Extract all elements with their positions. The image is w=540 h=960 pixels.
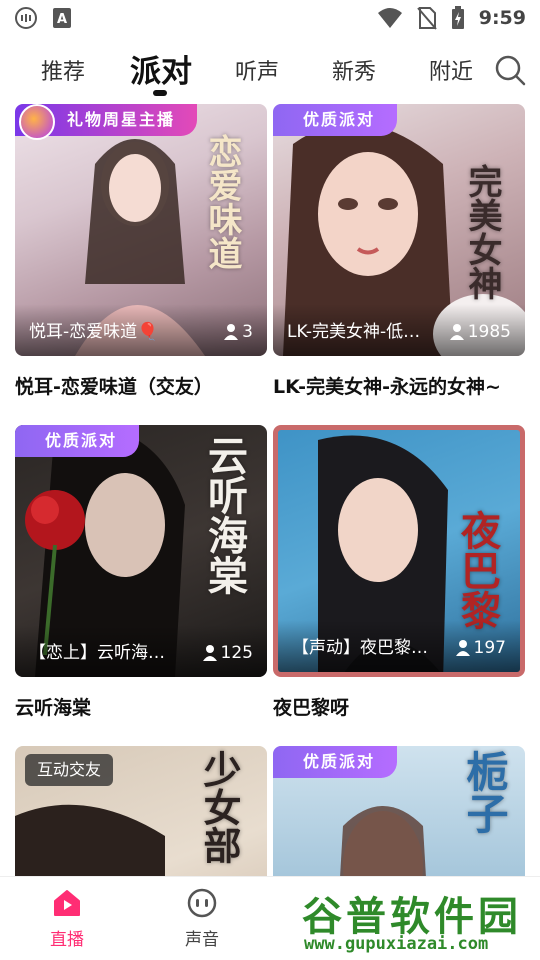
person-icon: [202, 645, 217, 661]
search-icon[interactable]: [494, 54, 526, 86]
top-tab-bar: 推荐 派对 听声 新秀 附近: [0, 44, 540, 100]
anchor-avatar: [19, 104, 55, 140]
voice-icon: [187, 888, 217, 918]
cover-art-text: 栀子: [460, 750, 509, 834]
listener-count: 125: [202, 643, 253, 663]
tab-party[interactable]: 派对: [130, 46, 192, 91]
room-cover-title: LK-完美女神-低…: [287, 322, 421, 342]
status-time: 9:59: [478, 7, 526, 29]
room-card[interactable]: 夜巴黎 【声动】夜巴黎… 197 夜巴黎呀: [273, 425, 525, 720]
listener-count: 197: [455, 638, 506, 658]
bottom-nav-voice-label: 声音: [185, 930, 219, 950]
room-cover-title: 【恋上】云听海…: [29, 643, 165, 663]
room-card[interactable]: 恋爱味道 礼物周星主播 悦耳-恋爱味道🎈 3 悦耳-恋爱味道（交友）: [15, 104, 267, 399]
tab-nearby[interactable]: 附近: [429, 54, 473, 86]
site-watermark: 谷普软件园 www.gupuxiazai.com: [296, 882, 536, 956]
room-cover[interactable]: 夜巴黎 【声动】夜巴黎… 197: [273, 425, 525, 677]
cover-art-text: 恋爱味道: [202, 134, 242, 270]
cover-art-text: 夜巴黎: [454, 510, 501, 630]
room-name[interactable]: 云听海棠: [15, 693, 267, 720]
room-cover[interactable]: 完美女神 优质派对 LK-完美女神-低… 1985: [273, 104, 525, 356]
room-cover-title: 悦耳-恋爱味道🎈: [29, 322, 159, 342]
watermark-url: www.gupuxiazai.com: [304, 934, 489, 954]
active-tab-indicator: [153, 90, 167, 96]
quality-party-badge: 优质派对: [15, 425, 140, 457]
status-bar: A 9:59: [0, 0, 540, 36]
person-icon: [449, 324, 464, 340]
room-card[interactable]: 完美女神 优质派对 LK-完美女神-低… 1985 LK-完美女神-永远的女神~: [273, 104, 525, 399]
room-cover[interactable]: 栀子 优质派对: [273, 746, 525, 876]
room-feed: 恋爱味道 礼物周星主播 悦耳-恋爱味道🎈 3 悦耳-恋爱味道（交友） 完美女神 …: [0, 104, 540, 876]
svg-text:A: A: [57, 12, 67, 27]
room-cover[interactable]: 云听海棠 优质派对 【恋上】云听海… 125: [15, 425, 267, 677]
gift-star-badge: 礼物周星主播: [15, 104, 198, 140]
wifi-icon: [377, 8, 402, 28]
listener-count: 3: [224, 322, 253, 342]
battery-charging-icon: [451, 6, 464, 29]
bottom-nav-voice[interactable]: 声音: [162, 887, 242, 950]
quality-party-badge: 优质派对: [273, 104, 398, 136]
room-name[interactable]: 夜巴黎呀: [273, 693, 525, 720]
person-icon: [224, 324, 239, 340]
tab-recommend[interactable]: 推荐: [41, 54, 85, 86]
person-icon: [455, 640, 470, 656]
a-badge-icon: A: [53, 8, 71, 28]
live-home-icon: [54, 890, 80, 916]
room-cover-title: 【声动】夜巴黎…: [292, 638, 428, 658]
room-card[interactable]: 栀子 优质派对: [273, 746, 525, 876]
cover-art-text: 云听海棠: [201, 435, 248, 595]
listener-count: 1985: [449, 322, 511, 342]
room-card[interactable]: 少女部 互动交友: [15, 746, 267, 876]
bottom-nav-live[interactable]: 直播: [27, 887, 107, 950]
cover-art-text: 完美女神: [462, 164, 502, 300]
room-cover[interactable]: 少女部 互动交友: [15, 746, 267, 876]
room-name[interactable]: 悦耳-恋爱味道（交友）: [15, 372, 267, 399]
bottom-nav-live-label: 直播: [50, 930, 84, 950]
quality-party-badge: 优质派对: [273, 746, 398, 778]
cover-art-text: 少女部: [197, 750, 242, 864]
room-name[interactable]: LK-完美女神-永远的女神~: [273, 372, 525, 399]
interact-badge: 互动交友: [25, 754, 114, 786]
tab-listen[interactable]: 听声: [235, 54, 279, 86]
chat-bubble-icon: [15, 7, 37, 29]
tab-newcomers[interactable]: 新秀: [332, 54, 376, 86]
no-sim-icon: [416, 7, 437, 30]
room-cover[interactable]: 恋爱味道 礼物周星主播 悦耳-恋爱味道🎈 3: [15, 104, 267, 356]
room-card[interactable]: 云听海棠 优质派对 【恋上】云听海… 125 云听海棠: [15, 425, 267, 720]
